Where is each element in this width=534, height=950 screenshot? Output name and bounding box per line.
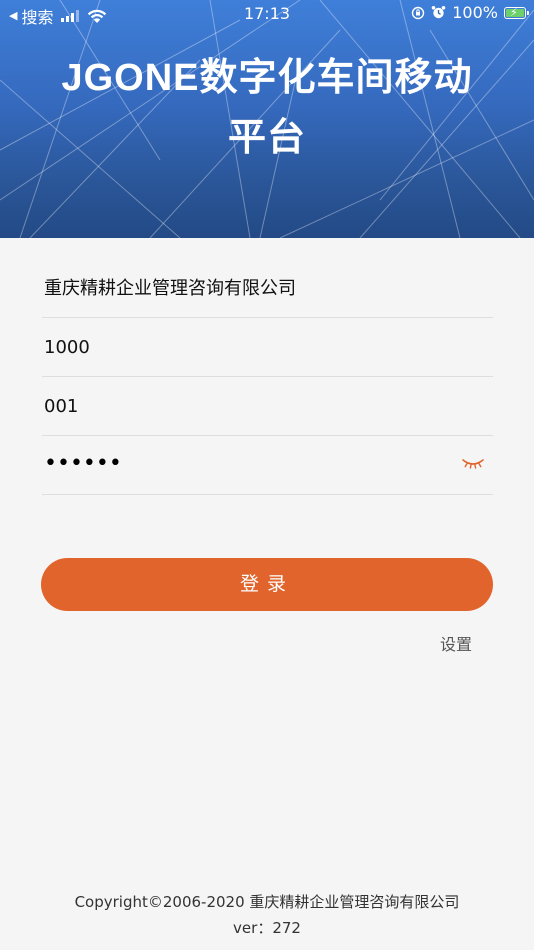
password-field[interactable]: •••••• [42, 436, 493, 495]
header-banner: ◀ 搜索 17:13 100% ⚡ JGONE数字化车间移动 平台 [0, 0, 534, 238]
battery-percentage: 100% [452, 3, 498, 22]
eye-closed-icon[interactable] [461, 457, 485, 469]
footer-copyright: Copyright©2006-2020 重庆精耕企业管理咨询有限公司 [74, 893, 460, 911]
charging-bolt-icon: ⚡ [510, 5, 518, 19]
app-title: JGONE数字化车间移动 平台 [0, 48, 534, 168]
footer-version: ver：272 [233, 919, 301, 937]
orientation-lock-icon [412, 6, 425, 19]
company-field-value[interactable]: 重庆精耕企业管理咨询有限公司 [44, 277, 296, 301]
alarm-icon [431, 6, 446, 19]
username-field-value[interactable]: 001 [44, 395, 78, 419]
settings-link[interactable]: 设置 [440, 631, 472, 655]
status-bar-right: 100% ⚡ [411, 3, 529, 22]
status-bar: ◀ 搜索 17:13 100% ⚡ [0, 0, 534, 28]
login-button[interactable]: 登录 [41, 558, 493, 611]
username-field[interactable]: 001 [42, 377, 493, 436]
company-field[interactable]: 重庆精耕企业管理咨询有限公司 [42, 259, 493, 318]
app-title-line-2: 平台 [227, 117, 306, 159]
account-set-field-value[interactable]: 1000 [44, 336, 90, 360]
account-set-field[interactable]: 1000 [42, 318, 493, 377]
battery-charging-icon: ⚡ [504, 5, 529, 19]
password-field-value[interactable]: •••••• [44, 450, 122, 478]
app-title-line-1: JGONE数字化车间移动 [61, 57, 473, 99]
